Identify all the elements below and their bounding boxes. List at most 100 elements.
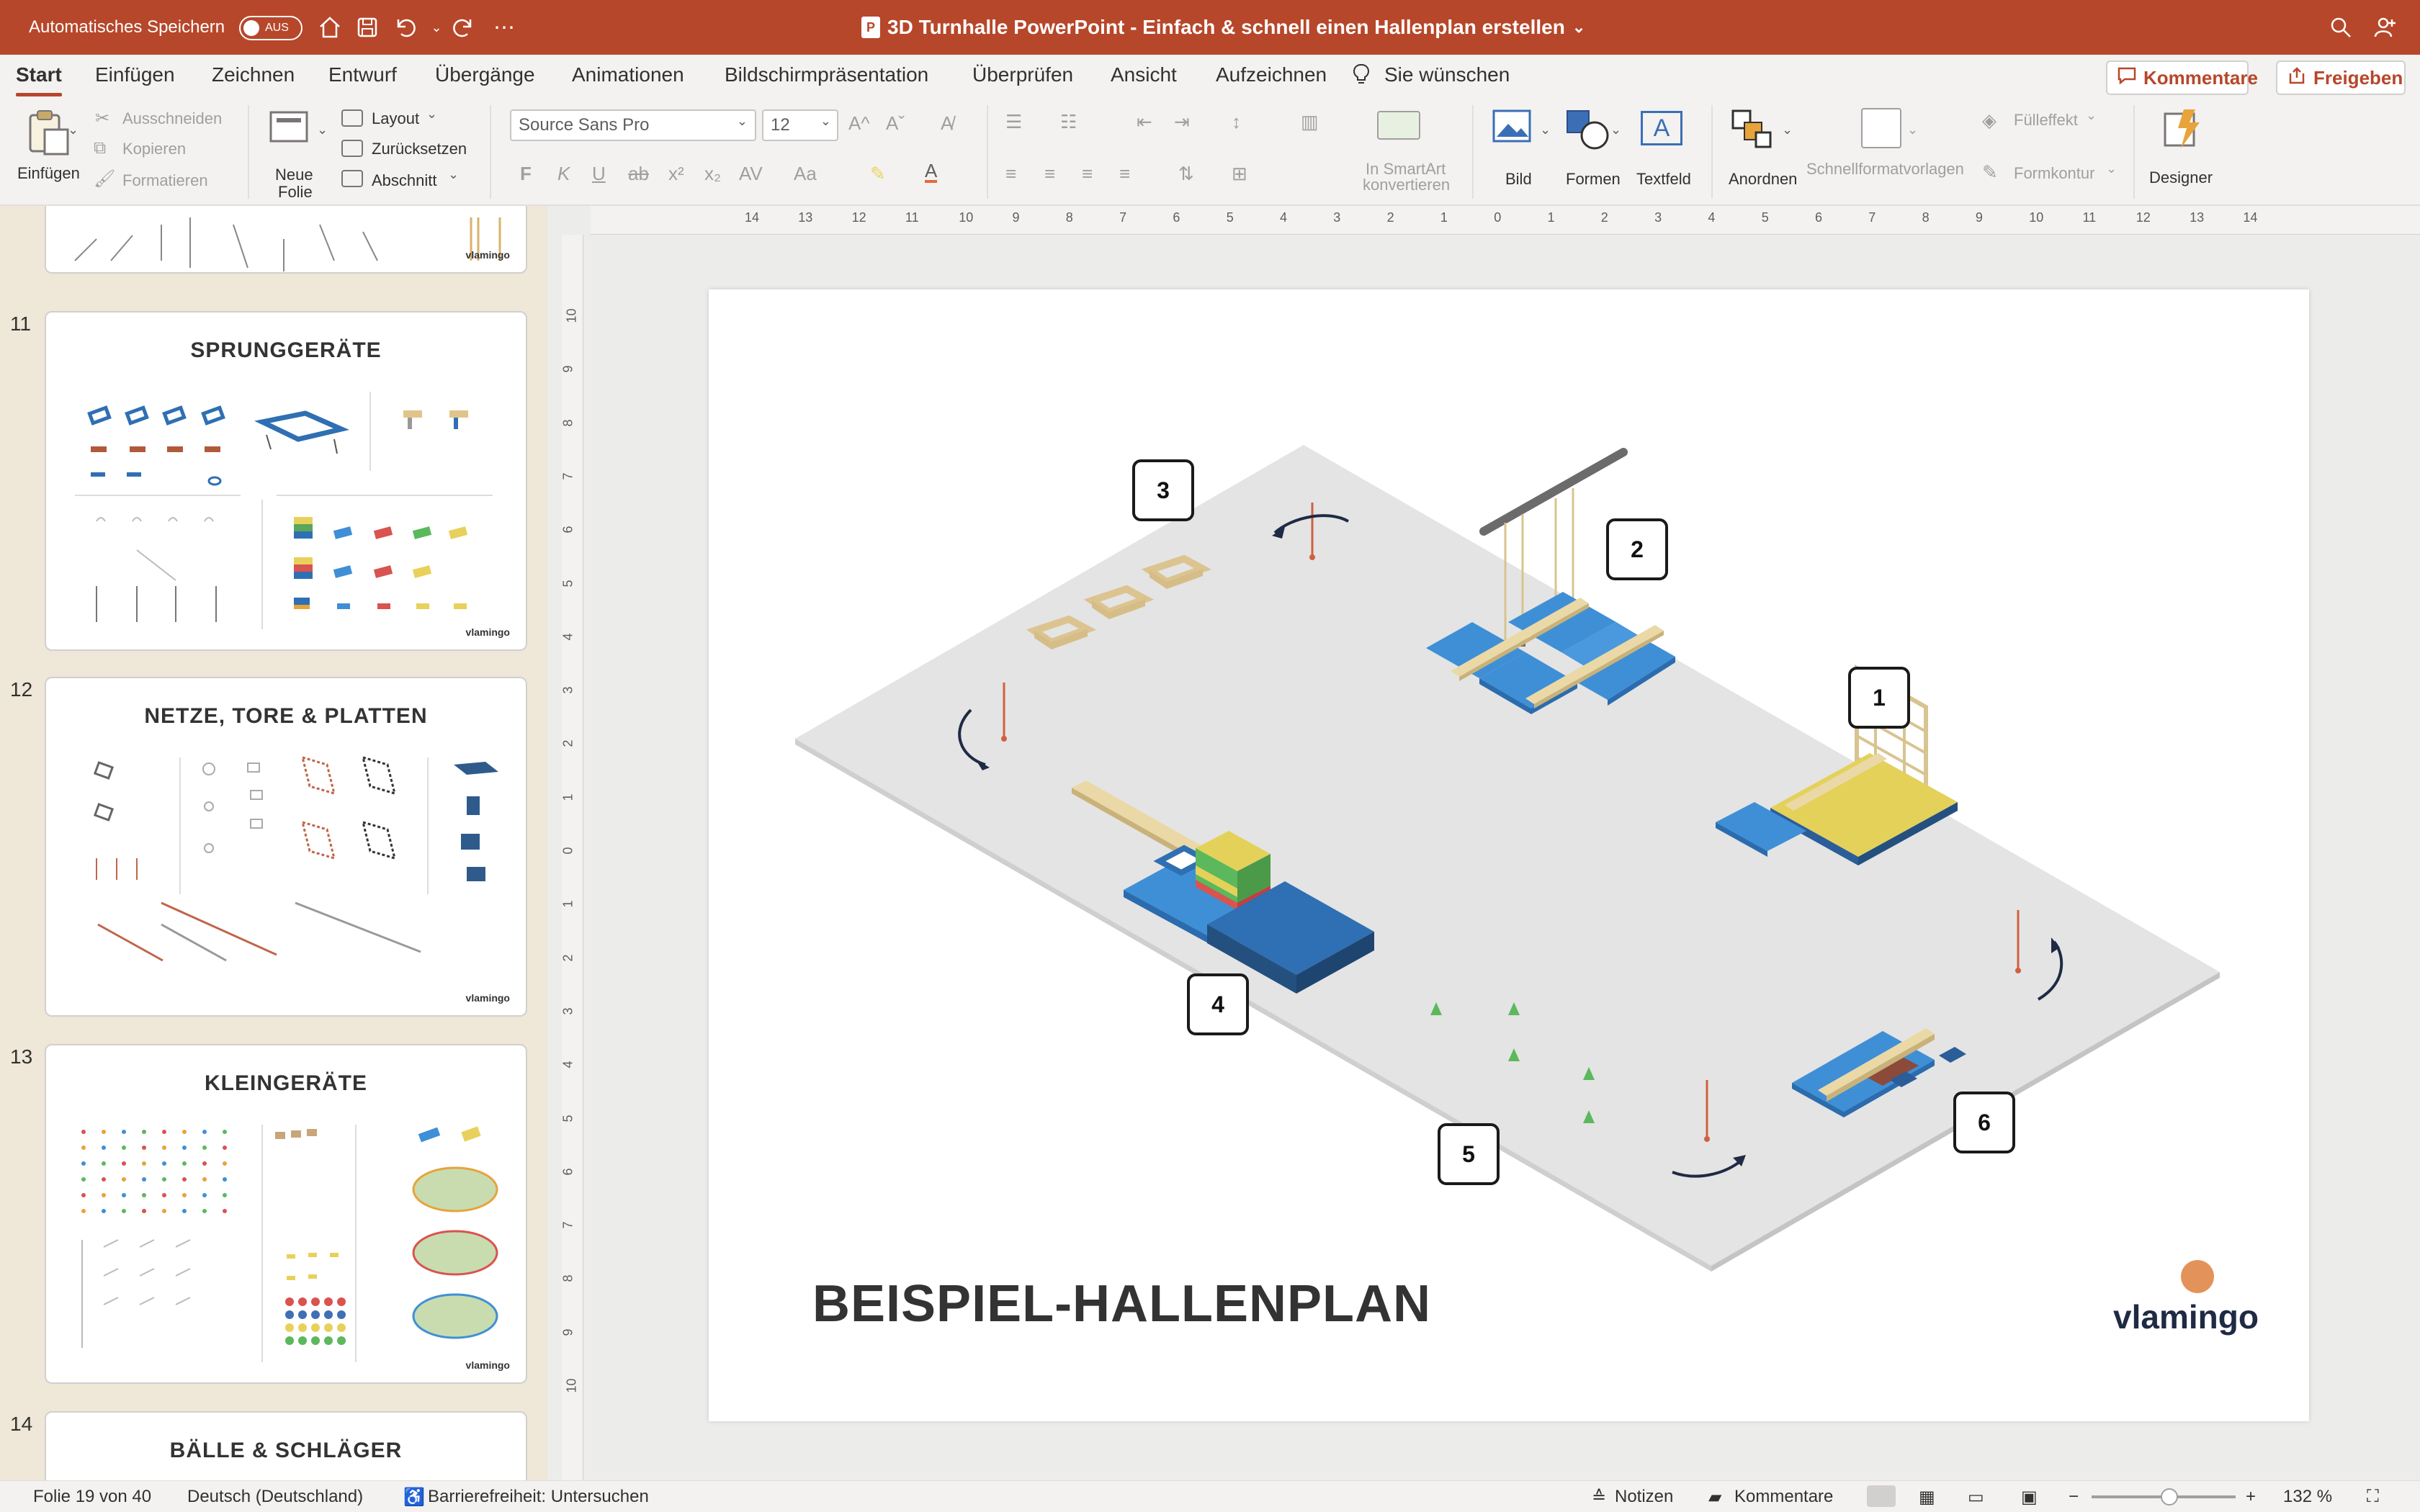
tell-me-search[interactable]: Sie wünschen (1384, 63, 1510, 86)
station-number-5[interactable]: 5 (1438, 1123, 1500, 1185)
italic-icon[interactable]: K (557, 163, 570, 185)
comments-status-button[interactable]: Kommentare (1734, 1487, 1833, 1507)
shapes-button[interactable]: Formen (1560, 108, 1625, 194)
highlight-color-icon[interactable]: ✎ (870, 163, 886, 185)
slide-thumbnail-11[interactable]: SPRUNGGERÄTE vlamingo (45, 311, 527, 651)
horizontal-ruler[interactable]: 14 13 12 11 10 9 8 7 6 5 4 3 2 1 0 1 2 3 4 5 6 7 8 9 10 11 12 13 14 (591, 206, 2420, 235)
tab-animationen[interactable]: Animationen (572, 63, 684, 86)
subscript-icon[interactable]: x₂ (704, 163, 721, 185)
fit-to-window-icon[interactable]: ⛶ (2367, 1487, 2379, 1507)
quick-styles-button[interactable]: Schnellformatvorlagen (1806, 160, 1964, 179)
station-number-1[interactable]: 1 (1848, 667, 1910, 729)
tab-start[interactable]: Start (16, 63, 62, 96)
autosave-toggle[interactable]: AUS (239, 16, 302, 40)
section-dropdown-icon[interactable]: ⌄ (448, 167, 459, 182)
zoom-level[interactable]: 132 % (2283, 1487, 2332, 1507)
undo-icon[interactable] (390, 13, 419, 42)
reset-button[interactable]: Zurücksetzen (372, 140, 467, 158)
columns-icon[interactable]: ▥ (1301, 111, 1319, 133)
bullets-icon[interactable]: ☰ (1005, 111, 1022, 133)
format-painter-button[interactable]: Formatieren (122, 171, 208, 190)
font-size-select[interactable]: 12 ⌄ (762, 109, 838, 141)
fill-effect-dropdown-icon[interactable]: ⌄ (2086, 108, 2097, 123)
shape-outline-dropdown-icon[interactable]: ⌄ (2106, 161, 2117, 176)
station-number-3[interactable]: 3 (1132, 459, 1194, 521)
station-number-4[interactable]: 4 (1187, 973, 1249, 1035)
more-icon[interactable]: ⋯ (490, 13, 519, 42)
slide-canvas[interactable]: 1 2 3 4 5 6 BEISPIEL-HALLENPLAN vlamingo (709, 289, 2309, 1421)
share-people-icon[interactable] (2371, 13, 2400, 42)
picture-button[interactable]: Bild (1489, 108, 1554, 194)
normal-view-icon[interactable] (1867, 1485, 1896, 1507)
shape-outline-button[interactable]: Formkontur (2014, 164, 2094, 183)
comments-button[interactable]: Kommentare (2106, 60, 2258, 95)
layout-button[interactable]: Layout (372, 109, 419, 128)
tab-ueberpruefen[interactable]: Überprüfen (972, 63, 1073, 86)
share-button[interactable]: Freigeben (2276, 60, 2406, 95)
redo-icon[interactable] (449, 13, 478, 42)
align-center-icon[interactable]: ≡ (1044, 163, 1055, 185)
tab-zeichnen[interactable]: Zeichnen (212, 63, 295, 86)
slide-thumbnail-12[interactable]: NETZE, TORE & PLATTEN vlamingo (45, 677, 527, 1017)
character-spacing-icon[interactable]: AV (739, 163, 763, 185)
save-icon[interactable] (353, 13, 382, 42)
decrease-indent-icon[interactable]: ⇤ (1137, 111, 1152, 133)
zoom-in-icon[interactable]: + (2246, 1487, 2256, 1507)
change-case-icon[interactable]: Aa (794, 163, 817, 185)
tab-aufzeichnen[interactable]: Aufzeichnen (1216, 63, 1327, 86)
designer-button[interactable]: Designer (2149, 107, 2221, 193)
slideshow-icon[interactable]: ▣ (2021, 1487, 2038, 1508)
document-title[interactable]: P 3D Turnhalle PowerPoint - Einfach & sc… (861, 16, 1585, 39)
fill-effect-button[interactable]: Fülleffekt (2014, 111, 2078, 130)
cut-button[interactable]: Ausschneiden (122, 109, 222, 128)
tab-ansicht[interactable]: Ansicht (1111, 63, 1177, 86)
accessibility-check[interactable]: Barrierefreiheit: Untersuchen (428, 1487, 649, 1507)
underline-icon[interactable]: U (592, 163, 606, 185)
shrink-font-icon[interactable]: Aˇ (886, 112, 905, 135)
reading-view-icon[interactable]: ▭ (1968, 1487, 1984, 1508)
increase-indent-icon[interactable]: ⇥ (1174, 111, 1190, 133)
paste-dropdown-icon[interactable]: ⌄ (68, 122, 79, 138)
arrange-button[interactable]: Anordnen (1726, 108, 1805, 194)
station-number-6[interactable]: 6 (1953, 1092, 2015, 1153)
shapes-dropdown-icon[interactable]: ⌄ (1610, 122, 1621, 138)
paste-button[interactable]: Einfügen (14, 105, 89, 192)
vertical-ruler[interactable]: 10 9 8 7 6 5 4 3 2 1 0 1 2 3 4 5 6 7 8 9 10 (561, 235, 583, 1480)
slide-thumbnail-pane[interactable]: vlamingo 11 SPRUNGGERÄTE vlamingo 12 NET… (0, 206, 547, 1480)
superscript-icon[interactable]: x² (668, 163, 684, 185)
new-slide-dropdown-icon[interactable]: ⌄ (317, 122, 328, 138)
layout-dropdown-icon[interactable]: ⌄ (426, 107, 437, 122)
tab-uebergaenge[interactable]: Übergänge (435, 63, 535, 86)
align-text-icon[interactable]: ⊞ (1232, 163, 1247, 185)
zoom-out-icon[interactable]: − (2069, 1487, 2079, 1507)
copy-button[interactable]: Kopieren (122, 140, 186, 158)
slide-sorter-icon[interactable]: ▦ (1919, 1487, 1935, 1508)
text-direction-icon[interactable]: ⇅ (1178, 163, 1194, 185)
smartart-label-2[interactable]: konvertieren (1363, 176, 1450, 194)
clear-formatting-icon[interactable]: A̸ (941, 112, 953, 135)
new-slide-button[interactable]: Neue Folie (265, 105, 337, 201)
language-indicator[interactable]: Deutsch (Deutschland) (187, 1487, 363, 1507)
tab-einfuegen[interactable]: Einfügen (95, 63, 175, 86)
quick-styles-dropdown-icon[interactable]: ⌄ (1907, 122, 1918, 138)
slide-thumbnail-10[interactable]: vlamingo (45, 206, 527, 274)
home-icon[interactable] (315, 13, 344, 42)
font-color-icon[interactable]: A (925, 161, 938, 183)
arrange-dropdown-icon[interactable]: ⌄ (1782, 122, 1793, 138)
search-icon[interactable] (2326, 13, 2355, 42)
picture-dropdown-icon[interactable]: ⌄ (1540, 122, 1551, 138)
slide-thumbnail-14[interactable]: BÄLLE & SCHLÄGER (45, 1411, 527, 1480)
undo-dropdown-icon[interactable]: ⌄ (422, 13, 451, 42)
slide-thumbnail-13[interactable]: KLEINGERÄTE vlamingo (45, 1044, 527, 1384)
numbering-icon[interactable]: ☷ (1060, 111, 1077, 133)
line-spacing-icon[interactable]: ↕ (1232, 111, 1241, 133)
grow-font-icon[interactable]: A^ (848, 112, 870, 135)
slide-title[interactable]: BEISPIEL-HALLENPLAN (812, 1274, 1431, 1333)
tab-bildschirmpraesentation[interactable]: Bildschirmpräsentation (725, 63, 928, 86)
justify-icon[interactable]: ≡ (1119, 163, 1130, 185)
textbox-button[interactable]: A Textfeld (1634, 108, 1698, 194)
align-left-icon[interactable]: ≡ (1005, 163, 1016, 185)
notes-button[interactable]: Notizen (1615, 1487, 1673, 1507)
bold-icon[interactable]: F (520, 163, 532, 185)
section-button[interactable]: Abschnitt (372, 171, 437, 190)
